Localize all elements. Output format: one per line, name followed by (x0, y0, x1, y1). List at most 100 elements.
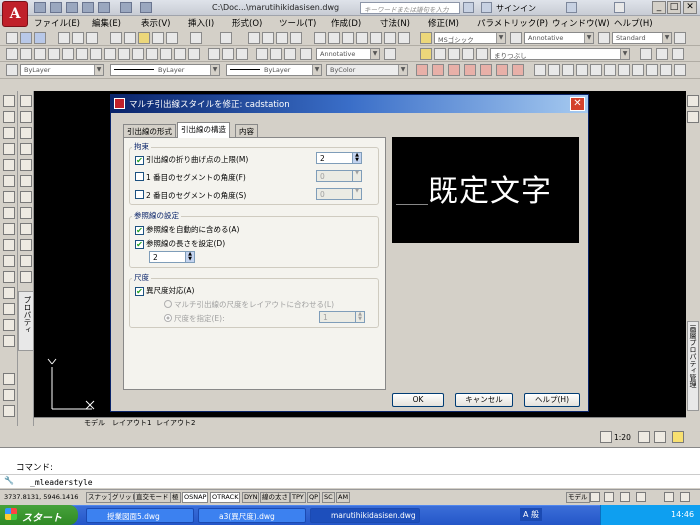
task-item[interactable]: 授業図面5.dwg (86, 508, 194, 523)
second-angle-checkbox[interactable] (135, 190, 144, 199)
scale-layout-row[interactable]: マルチ引出線の尺度をレイアウトに合わせる(L) (164, 299, 334, 310)
ortho-toggle[interactable]: 直交モード (134, 492, 171, 503)
osnap-center-icon[interactable] (576, 64, 588, 76)
revcloud-icon[interactable] (20, 207, 32, 219)
tablestyle-icon[interactable] (598, 32, 610, 44)
aligned-dim-icon[interactable] (20, 48, 32, 60)
model-toggle[interactable]: モデル (566, 492, 590, 503)
polar-toggle[interactable]: 極 (170, 492, 181, 503)
ok-button[interactable]: OK (392, 393, 444, 407)
radius-icon[interactable] (62, 48, 74, 60)
arc-length-icon[interactable] (34, 48, 46, 60)
new-icon[interactable] (34, 2, 46, 13)
max-points-row[interactable]: ✔ 引出線の折り曲げ点の上限(M) (135, 154, 248, 165)
array-icon[interactable] (3, 159, 15, 171)
dyn-toggle[interactable]: DYN (242, 492, 260, 503)
rectangle-icon[interactable] (20, 159, 32, 171)
open-file-icon[interactable] (20, 32, 32, 44)
workspace-icon[interactable] (664, 492, 674, 502)
menu-edit[interactable]: 編集(E) (92, 17, 121, 29)
menu-modify[interactable]: 修正(M) (428, 17, 459, 29)
menu-draw[interactable]: 作成(D) (331, 17, 361, 29)
autocad-logo[interactable]: A (2, 1, 28, 27)
font-icon[interactable] (420, 48, 432, 60)
annotative-combo[interactable]: Annotative ▼ (316, 48, 380, 60)
break-icon[interactable] (3, 271, 15, 283)
tpy-toggle[interactable]: TPY (290, 492, 306, 503)
tab-leader-structure[interactable]: 引出線の構造 (177, 122, 230, 138)
cancel-button[interactable]: キャンセル (455, 393, 513, 407)
trim-icon[interactable] (496, 64, 508, 76)
text-height-icon[interactable] (448, 48, 460, 60)
search-icon[interactable] (463, 2, 474, 13)
help-tool-icon[interactable] (398, 32, 410, 44)
polygon-side-icon[interactable] (20, 143, 32, 155)
specify-scale-spinner[interactable]: 1 ▲ ▼ (319, 311, 365, 323)
lineweight-toggle[interactable]: 線の太さ (260, 492, 290, 503)
minimize-button[interactable]: _ (652, 1, 666, 14)
polygon-icon[interactable] (464, 64, 476, 76)
fillet-icon[interactable] (3, 319, 15, 331)
info-icon[interactable] (566, 2, 577, 13)
annotation-scale[interactable]: 1:20 (614, 433, 631, 442)
dim-style-combo[interactable]: Annotative ▼ (524, 32, 594, 44)
undo-icon[interactable] (120, 2, 132, 13)
calc-icon[interactable] (384, 32, 396, 44)
quickdim-icon[interactable] (118, 48, 130, 60)
spline-icon[interactable] (20, 223, 32, 235)
help-button[interactable]: ヘルプ(H) (524, 393, 580, 407)
circle-icon[interactable] (20, 191, 32, 203)
qnew-icon[interactable] (6, 32, 18, 44)
center-mark-icon[interactable] (208, 48, 220, 60)
ime-indicator[interactable]: A 般 (520, 508, 543, 521)
mleaderstyle-icon[interactable] (674, 32, 686, 44)
osnap-mid-icon[interactable] (548, 64, 560, 76)
zoom-window-icon[interactable] (276, 32, 288, 44)
copy-side-icon[interactable] (3, 111, 15, 123)
dimedit-icon[interactable] (256, 48, 268, 60)
move-icon[interactable] (3, 175, 15, 187)
set-distance-row[interactable]: ✔ 参照線の長さを設定(D) (135, 238, 225, 249)
osnap-par-icon[interactable] (632, 64, 644, 76)
erase-icon[interactable] (480, 64, 492, 76)
redo-icon[interactable] (140, 2, 152, 13)
dimstyle2-icon[interactable] (300, 48, 312, 60)
menu-dimension[interactable]: 寸法(N) (380, 17, 410, 29)
saveas-icon[interactable] (82, 2, 94, 13)
mleader-collect-icon[interactable] (672, 48, 684, 60)
annotation-scale-icon[interactable] (600, 431, 612, 443)
right-close-icon[interactable] (687, 95, 699, 107)
pan-status-icon[interactable] (620, 492, 630, 502)
designcenter-icon[interactable] (328, 32, 340, 44)
layer-color-icon[interactable] (6, 64, 18, 76)
tolerance-icon[interactable] (188, 48, 200, 60)
menu-tools[interactable]: ツール(T) (279, 17, 316, 29)
linetype-combo[interactable]: ByLayer ▼ (110, 64, 220, 76)
extend-icon[interactable] (512, 64, 524, 76)
max-points-checkbox[interactable]: ✔ (135, 156, 144, 165)
mleader-icon[interactable] (640, 48, 652, 60)
baseline-icon[interactable] (132, 48, 144, 60)
zoom-previous-icon[interactable] (290, 32, 302, 44)
auto-include-row[interactable]: ✔ 参照線を自動的に含める(A) (135, 224, 239, 235)
signin-link[interactable]: サインイン (496, 3, 536, 14)
toolpalette-icon[interactable] (342, 32, 354, 44)
coordinates[interactable]: 3737.8131, 5946.1416 (4, 493, 78, 501)
bold-icon[interactable] (434, 48, 446, 60)
extend-side-icon[interactable] (3, 255, 15, 267)
help-icon[interactable] (614, 2, 625, 13)
plotstyle-combo[interactable]: ByColor ▼ (326, 64, 408, 76)
mleader-align-icon[interactable] (656, 48, 668, 60)
clean-screen-icon[interactable] (680, 492, 690, 502)
trim-side-icon[interactable] (3, 239, 15, 251)
block-icon[interactable] (20, 255, 32, 267)
otrack-toggle[interactable]: OTRACK (210, 492, 241, 503)
dimspace-icon[interactable] (160, 48, 172, 60)
dimstyle-icon[interactable] (510, 32, 522, 44)
point-icon[interactable] (20, 271, 32, 283)
am-toggle[interactable]: AM (336, 492, 351, 503)
color-combo[interactable]: ByLayer ▼ (20, 64, 104, 76)
save-file-icon[interactable] (34, 32, 46, 44)
menu-window[interactable]: ウィンドウ(W) (552, 17, 610, 29)
italic-icon[interactable] (462, 48, 474, 60)
